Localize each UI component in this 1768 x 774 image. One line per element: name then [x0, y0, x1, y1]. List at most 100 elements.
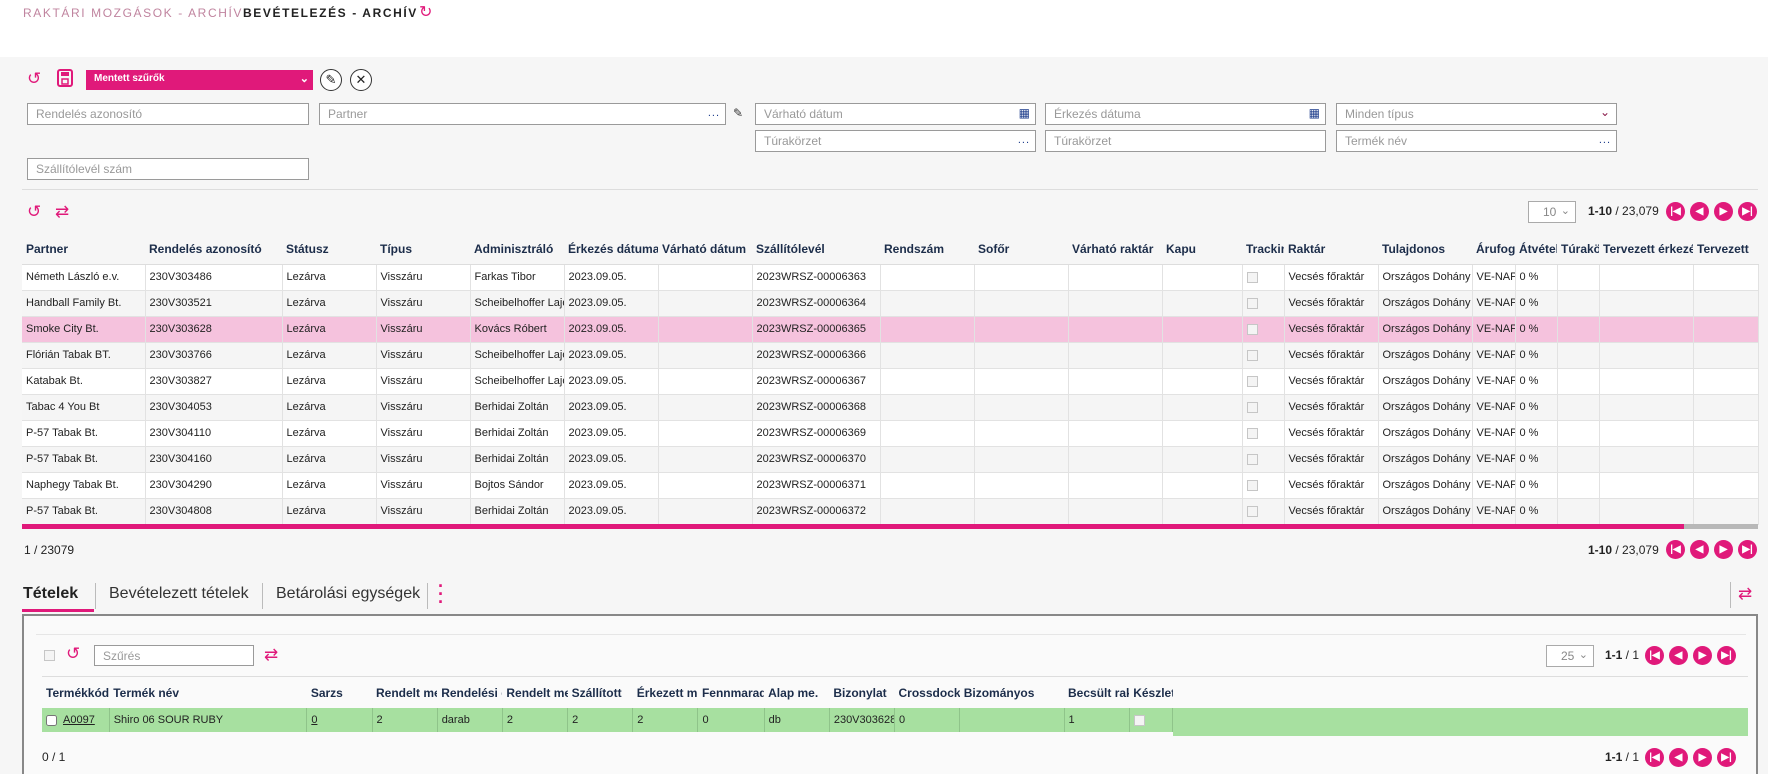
table-row[interactable]: Katabak Bt. 230V303827 Lezárva Visszáru Sche… — [22, 368, 1759, 395]
column-header[interactable]: Sofőr — [974, 234, 1068, 265]
tour-area-input-1[interactable]: Túrakörzet... — [755, 130, 1036, 152]
expected-date-input[interactable]: Várható dátum ▦ — [755, 103, 1036, 125]
stock-checkbox[interactable] — [1133, 714, 1145, 726]
tracking-checkbox[interactable] — [1246, 271, 1258, 283]
more-vertical-icon[interactable]: · · · — [438, 577, 444, 611]
last-page-button[interactable]: ▶| — [1738, 540, 1757, 559]
column-header[interactable]: Túrakörzet — [1557, 234, 1599, 265]
column-header[interactable]: Rendelt mennyiség — [372, 678, 437, 708]
tour-area-input-2[interactable]: Túrakörzet — [1045, 130, 1326, 152]
scrollbar-thumb[interactable] — [22, 524, 1684, 529]
next-page-button[interactable]: ▶ — [1714, 540, 1733, 559]
column-header[interactable]: Rendelési egység — [437, 678, 502, 708]
column-header[interactable]: Becsült raktár — [1064, 678, 1129, 708]
column-header[interactable]: Státusz — [282, 234, 376, 265]
tracking-checkbox[interactable] — [1246, 401, 1258, 413]
horizontal-scrollbar[interactable] — [22, 524, 1758, 529]
column-header[interactable]: Tervezett — [1693, 234, 1758, 265]
column-header[interactable]: Rendelés azonosító — [145, 234, 282, 265]
prev-page-button[interactable]: ◀ — [1669, 748, 1688, 767]
column-header[interactable]: Bizományos — [960, 678, 1064, 708]
edit-icon[interactable]: ✎ — [733, 106, 743, 120]
first-page-button[interactable]: |◀ — [1666, 202, 1685, 221]
column-header[interactable]: Átvétel — [1515, 234, 1557, 265]
column-header[interactable]: Szállítólevél — [752, 234, 880, 265]
arrival-date-input[interactable]: Érkezés dátuma ▦ — [1045, 103, 1326, 125]
table-row[interactable]: P-57 Tabak Bt. 230V304160 Lezárva Visszáru B… — [22, 446, 1759, 473]
column-header[interactable]: Készlet — [1129, 678, 1172, 708]
next-page-button[interactable]: ▶ — [1693, 646, 1712, 665]
table-row[interactable]: Tabac 4 You Bt 230V304053 Lezárva Visszáru B… — [22, 394, 1759, 421]
column-header[interactable]: Termék név — [109, 678, 307, 708]
column-header[interactable]: Érkezett mennyiség — [633, 678, 698, 708]
column-header[interactable]: Crossdock — [895, 678, 960, 708]
calendar-icon[interactable]: ▦ — [1019, 106, 1030, 120]
column-header[interactable]: Sarzs — [307, 678, 372, 708]
reset-filter-icon[interactable]: ↺ — [27, 70, 41, 88]
column-header[interactable]: Érkezés dátuma — [564, 234, 658, 265]
column-header[interactable]: Termékkód — [42, 678, 109, 708]
table-row[interactable]: Naphegy Tabak Bt. 230V304290 Lezárva Visszá… — [22, 472, 1759, 499]
row-checkbox[interactable] — [46, 714, 57, 726]
refresh-grid-icon[interactable]: ↺ — [66, 645, 80, 663]
swap-columns-icon[interactable]: ⇄ — [55, 203, 69, 221]
select-all-checkbox[interactable] — [44, 650, 55, 661]
tab-storage-units[interactable]: Betárolási egységek — [276, 585, 420, 603]
page-size-select[interactable]: 10 ⌄ — [1528, 201, 1576, 223]
breadcrumb-parent[interactable]: RAKTÁRI MOZGÁSOK - ARCHÍV - — [23, 6, 254, 20]
column-header[interactable]: Fennmaradó — [698, 678, 764, 708]
column-header[interactable]: Rendelt mennyiség — [502, 678, 567, 708]
table-row[interactable]: Smoke City Bt. 230V303628 Lezárva Visszáru K… — [22, 316, 1759, 343]
column-header[interactable]: Várható raktár — [1068, 234, 1162, 265]
first-page-button[interactable]: |◀ — [1645, 748, 1664, 767]
column-header[interactable]: Tracking — [1242, 234, 1284, 265]
more-icon[interactable]: ... — [1018, 134, 1030, 146]
tracking-checkbox[interactable] — [1246, 323, 1258, 335]
delivery-note-input[interactable]: Szállítólevél szám — [27, 158, 309, 180]
table-row[interactable]: Flórián Tabak BT. 230V303766 Lezárva Visszá… — [22, 342, 1759, 369]
prev-page-button[interactable]: ◀ — [1669, 646, 1688, 665]
column-header[interactable]: Tulajdonos — [1378, 234, 1472, 265]
column-header[interactable]: Tervezett érkezés — [1599, 234, 1693, 265]
column-header[interactable]: Raktár — [1284, 234, 1378, 265]
last-page-button[interactable]: ▶| — [1738, 202, 1757, 221]
tab-received-items[interactable]: Bevételezett tételek — [109, 585, 249, 603]
batch-link[interactable]: 0 — [311, 714, 317, 726]
tab-items[interactable]: Tételek — [23, 585, 78, 603]
next-page-button[interactable]: ▶ — [1693, 748, 1712, 767]
column-header[interactable]: Várható dátum — [658, 234, 752, 265]
first-page-button[interactable]: |◀ — [1645, 646, 1664, 665]
last-page-button[interactable]: ▶| — [1717, 646, 1736, 665]
table-row[interactable]: A0097 Shiro 06 SOUR RUBY 0 2 darab 2 2 2 0 db 230V… — [42, 708, 1174, 732]
tracking-checkbox[interactable] — [1246, 349, 1258, 361]
more-icon[interactable]: ... — [708, 107, 720, 119]
swap-columns-icon[interactable]: ⇄ — [1738, 585, 1752, 603]
last-page-button[interactable]: ▶| — [1717, 748, 1736, 767]
table-row[interactable]: P-57 Tabak Bt. 230V304808 Lezárva Visszáru B… — [22, 498, 1759, 525]
column-header[interactable]: Alap me. — [764, 678, 829, 708]
column-header[interactable]: Partner — [22, 234, 145, 265]
more-icon[interactable]: ... — [1599, 134, 1611, 146]
refresh-icon[interactable]: ↻ — [419, 2, 432, 22]
calendar-icon[interactable]: ▦ — [1309, 106, 1320, 120]
table-row[interactable]: P-57 Tabak Bt. 230V304110 Lezárva Visszáru B… — [22, 420, 1759, 447]
tracking-checkbox[interactable] — [1246, 453, 1258, 465]
edit-filter-button[interactable]: ✎ — [320, 69, 342, 91]
tracking-checkbox[interactable] — [1246, 297, 1258, 309]
prev-page-button[interactable]: ◀ — [1690, 540, 1709, 559]
product-code-link[interactable]: A0097 — [63, 714, 95, 726]
column-header[interactable]: Adminisztráló — [470, 234, 564, 265]
items-filter-input[interactable]: Szűrés — [94, 645, 254, 666]
items-page-size-select[interactable]: 25 ⌄ — [1546, 645, 1594, 667]
prev-page-button[interactable]: ◀ — [1690, 202, 1709, 221]
column-header[interactable]: Bizonylat — [829, 678, 894, 708]
tracking-checkbox[interactable] — [1246, 427, 1258, 439]
column-header[interactable]: Kapu — [1162, 234, 1242, 265]
next-page-button[interactable]: ▶ — [1714, 202, 1733, 221]
tracking-checkbox[interactable] — [1246, 375, 1258, 387]
delete-filter-button[interactable]: ✕ — [350, 69, 372, 91]
tracking-checkbox[interactable] — [1246, 505, 1258, 517]
column-header[interactable]: Típus — [376, 234, 470, 265]
column-header[interactable]: Szállított — [568, 678, 633, 708]
table-row[interactable]: Handball Family Bt. 230V303521 Lezárva Viss… — [22, 290, 1759, 317]
